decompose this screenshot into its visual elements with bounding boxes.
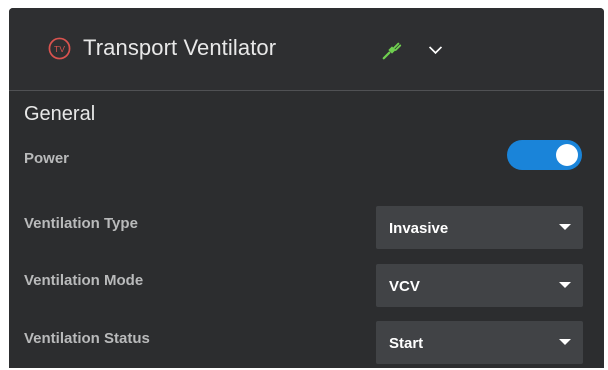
device-panel: TV Transport Ventilator (9, 8, 604, 368)
ventilation-mode-select[interactable]: VCV (376, 264, 583, 307)
caret-down-icon (559, 282, 571, 288)
ventilation-type-label: Ventilation Type (24, 215, 138, 232)
caret-down-icon (559, 224, 571, 230)
app-title: Transport Ventilator (83, 35, 277, 60)
section-title: General (24, 103, 96, 125)
caret-down-icon (559, 339, 571, 345)
ventilation-type-value: Invasive (389, 220, 449, 237)
ventilation-type-select[interactable]: Invasive (376, 206, 583, 249)
plug-icon (382, 42, 402, 60)
power-toggle[interactable] (507, 140, 582, 170)
toggle-knob (556, 144, 578, 166)
ventilation-status-value: Start (389, 335, 424, 352)
ventilation-mode-label: Ventilation Mode (24, 272, 144, 289)
panel-header: TV Transport Ventilator (9, 8, 604, 88)
chevron-down-icon[interactable] (427, 41, 444, 58)
ventilation-status-label: Ventilation Status (24, 330, 150, 347)
power-label: Power (24, 150, 70, 167)
device-icon-letters: TV (54, 44, 65, 54)
device-icon: TV (48, 37, 71, 60)
ventilation-status-select[interactable]: Start (376, 321, 583, 364)
ventilation-mode-value: VCV (389, 278, 420, 295)
